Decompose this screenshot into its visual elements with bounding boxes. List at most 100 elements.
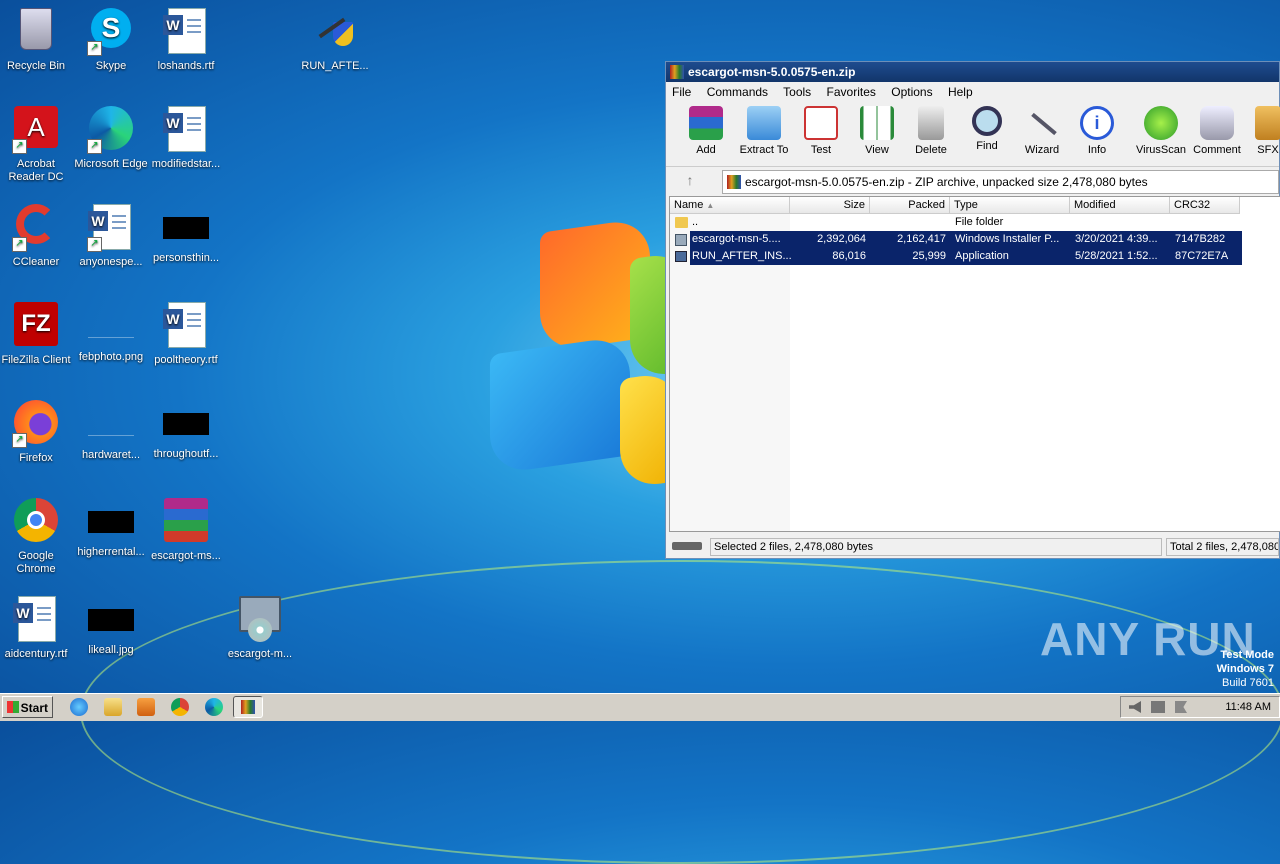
file-list: Name ▲ Size Packed Type Modified CRC32 .… <box>669 196 1280 532</box>
table-row[interactable]: .. File folder <box>670 214 1240 231</box>
virus-icon <box>1144 106 1178 140</box>
winrar-window: escargot-msn-5.0.0575-en.zip File Comman… <box>665 61 1280 559</box>
flag-icon[interactable] <box>1175 701 1187 713</box>
desktop-icon-skype[interactable]: S ↗ Skype <box>73 8 149 73</box>
desktop-icon-filezilla[interactable]: FZ FileZilla Client <box>0 302 74 367</box>
window-title: escargot-msn-5.0.0575-en.zip <box>688 65 856 79</box>
folder-extract-icon <box>747 106 781 140</box>
clipboard-check-icon <box>804 106 838 140</box>
address-bar: ↑ escargot-msn-5.0.0575-en.zip - ZIP arc… <box>666 167 1279 194</box>
redacted-thumbnail <box>163 217 209 239</box>
winrar-archive-icon <box>162 498 210 546</box>
column-header-type[interactable]: Type <box>950 197 1070 214</box>
comment-icon <box>1200 106 1234 140</box>
status-selected: Selected 2 files, 2,478,080 bytes <box>710 538 1162 556</box>
desktop-icon-run-after[interactable]: RUN_AFTE... <box>297 8 373 73</box>
menu-favorites[interactable]: Favorites <box>827 85 876 99</box>
filezilla-icon: FZ <box>12 302 60 350</box>
desktop-icon-chrome[interactable]: Google Chrome <box>0 498 74 576</box>
application-file-icon <box>675 251 687 262</box>
desktop-icon-acrobat[interactable]: A ↗ Acrobat Reader DC <box>0 106 74 184</box>
menu-tools[interactable]: Tools <box>783 85 811 99</box>
desktop-icon-throughoutf[interactable]: throughoutf... <box>148 400 224 461</box>
firefox-icon: ↗ <box>12 400 60 448</box>
comment-button[interactable]: Comment <box>1189 106 1245 156</box>
trash-icon <box>918 106 944 140</box>
desktop-icon-firefox[interactable]: ↗ Firefox <box>0 400 74 465</box>
magnifier-icon <box>972 106 1002 136</box>
redacted-thumbnail <box>163 413 209 435</box>
up-arrow-icon[interactable]: ↑ <box>670 170 710 190</box>
image-thumbnail <box>88 413 134 436</box>
table-row[interactable]: escargot-msn-5.... 2,392,064 2,162,417 W… <box>670 231 1242 248</box>
desktop-icon-febphoto[interactable]: febphoto.png <box>73 302 149 364</box>
view-button[interactable]: View <box>849 106 905 156</box>
redacted-thumbnail <box>88 511 134 533</box>
drive-icon <box>672 542 702 550</box>
desktop-icon-higherrental[interactable]: higherrental... <box>73 498 149 559</box>
find-button[interactable]: Find <box>959 106 1015 152</box>
desktop-icon-edge[interactable]: ↗ Microsoft Edge <box>73 106 149 171</box>
window-titlebar[interactable]: escargot-msn-5.0.0575-en.zip <box>666 62 1279 82</box>
clock[interactable]: 11:48 AM <box>1225 697 1271 717</box>
menu-file[interactable]: File <box>672 85 691 99</box>
desktop-icon-aidcentury[interactable]: W aidcentury.rtf <box>0 596 74 661</box>
menu-help[interactable]: Help <box>948 85 973 99</box>
ie-icon[interactable] <box>70 698 88 716</box>
column-header-packed[interactable]: Packed <box>870 197 950 214</box>
column-header-size[interactable]: Size <box>790 197 870 214</box>
wand-icon <box>1025 106 1059 140</box>
add-icon <box>689 106 723 140</box>
ccleaner-icon: ↗ <box>12 204 60 252</box>
explorer-icon[interactable] <box>104 698 122 716</box>
windows-flag-icon <box>7 701 19 713</box>
column-header-name[interactable]: Name ▲ <box>670 197 790 214</box>
word-document-icon: W <box>12 596 60 644</box>
start-button[interactable]: Start <box>2 696 53 718</box>
desktop-icon-anyonespe[interactable]: W ↗ anyonespe... <box>73 204 149 269</box>
desktop-icon-escargot-zip[interactable]: escargot-ms... <box>148 498 224 563</box>
chrome-taskbar-icon[interactable] <box>171 698 189 716</box>
wizard-button[interactable]: Wizard <box>1014 106 1070 156</box>
desktop-icon-recycle-bin[interactable]: Recycle Bin <box>0 8 74 73</box>
desktop-icon-pooltheory[interactable]: W pooltheory.rtf <box>148 302 224 367</box>
desktop-icon-loshands[interactable]: W loshands.rtf <box>148 8 224 73</box>
sort-asc-icon: ▲ <box>706 201 715 210</box>
winrar-taskbar-button[interactable] <box>233 696 263 718</box>
book-icon <box>860 106 894 140</box>
desktop-icon-personsthin[interactable]: personsthin... <box>148 204 224 265</box>
extract-to-button[interactable]: Extract To <box>734 106 794 156</box>
folder-up-icon <box>675 217 688 228</box>
recycle-bin-icon <box>12 8 60 56</box>
menu-commands[interactable]: Commands <box>707 85 768 99</box>
info-button[interactable]: i Info <box>1069 106 1125 156</box>
menu-bar: File Commands Tools Favorites Options He… <box>666 82 1279 102</box>
word-document-icon: W <box>162 302 210 350</box>
column-header-crc32[interactable]: CRC32 <box>1170 197 1240 214</box>
volume-icon[interactable] <box>1129 701 1141 713</box>
desktop-icon-ccleaner[interactable]: ↗ CCleaner <box>0 204 74 269</box>
edge-taskbar-icon[interactable] <box>205 698 223 716</box>
media-player-icon[interactable] <box>137 698 155 716</box>
desktop-icon-escargot-msi[interactable]: escargot-m... <box>222 596 298 661</box>
virusscan-button[interactable]: VirusScan <box>1133 106 1189 156</box>
archive-icon <box>727 175 741 189</box>
word-document-icon: W ↗ <box>87 204 135 252</box>
table-row[interactable]: RUN_AFTER_INS... 86,016 25,999 Applicati… <box>670 248 1242 265</box>
winrar-icon <box>670 65 684 79</box>
menu-options[interactable]: Options <box>891 85 932 99</box>
add-button[interactable]: Add <box>678 106 734 156</box>
sfx-icon <box>1255 106 1280 140</box>
status-total: Total 2 files, 2,478,080 bytes <box>1166 538 1279 556</box>
archive-path[interactable]: escargot-msn-5.0.0575-en.zip - ZIP archi… <box>722 170 1279 194</box>
toolbar: Add Extract To Test View Delete Find Wiz… <box>666 102 1280 167</box>
delete-button[interactable]: Delete <box>903 106 959 156</box>
desktop-icon-modifiedstar[interactable]: W modifiedstar... <box>148 106 224 171</box>
column-header-modified[interactable]: Modified <box>1070 197 1170 214</box>
sfx-button[interactable]: SFX <box>1248 106 1280 156</box>
desktop-icon-likeall[interactable]: likeall.jpg <box>73 596 149 657</box>
network-icon[interactable] <box>1151 701 1165 713</box>
desktop-icon-hardwaret[interactable]: hardwaret... <box>73 400 149 462</box>
test-button[interactable]: Test <box>793 106 849 156</box>
info-icon: i <box>1080 106 1114 140</box>
